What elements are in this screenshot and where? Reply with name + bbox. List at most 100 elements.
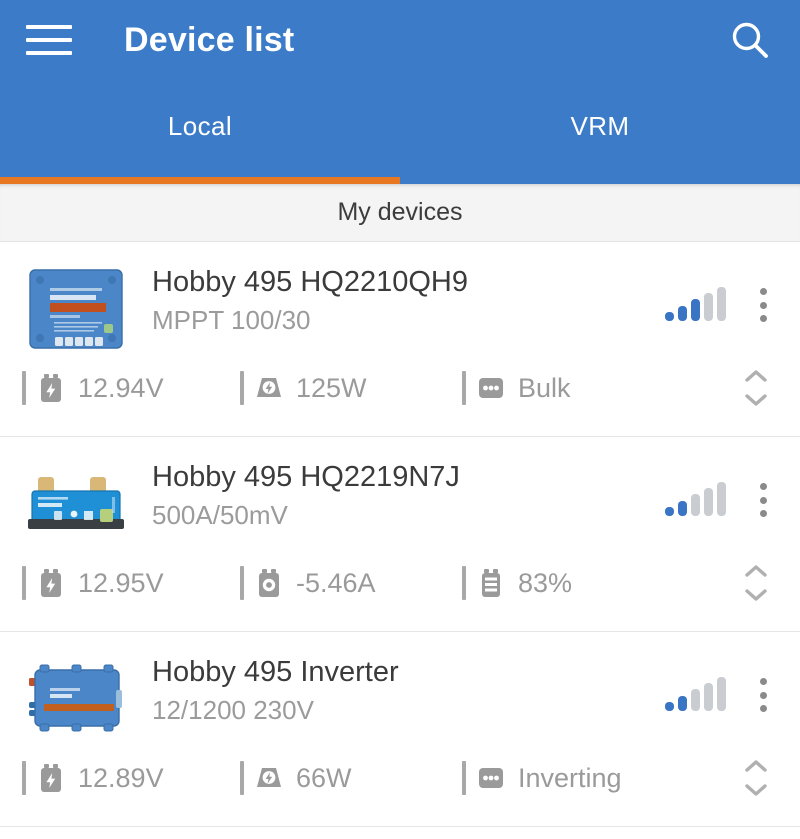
signal-bar: [691, 494, 700, 516]
list-item[interactable]: Hobby 495 HQ2210QH9 MPPT 100/30 12.94V 1…: [0, 242, 800, 437]
signal-bar: [704, 488, 713, 516]
kebab-dot: [759, 496, 767, 504]
signal-strength-icon: [665, 482, 726, 516]
metric-solar-power: 125W: [240, 372, 462, 404]
device-name: Hobby 495 HQ2210QH9: [152, 266, 468, 298]
battery-current-icon: [254, 567, 284, 599]
kebab-menu-icon[interactable]: [748, 481, 778, 519]
device-right-controls: [665, 260, 778, 324]
metric-value: 12.94V: [78, 372, 164, 403]
tab-active-indicator: [0, 177, 400, 184]
list-item[interactable]: Hobby 495 HQ2219N7J 500A/50mV 12.95V -5.…: [0, 437, 800, 632]
ac-power-icon: [254, 762, 284, 794]
battery-voltage-icon: [36, 762, 66, 794]
signal-bar: [691, 689, 700, 711]
page-title: Device list: [124, 21, 295, 59]
hamburger-line: [26, 51, 72, 55]
kebab-dot: [759, 315, 767, 322]
device-text-block: Hobby 495 HQ2210QH9 MPPT 100/30: [152, 260, 665, 338]
metric-battery-voltage: 12.95V: [22, 567, 240, 599]
metric-ac-power: 66W: [240, 762, 462, 794]
smartshunt-battery-monitor-icon: [22, 461, 130, 547]
section-header-label: My devices: [337, 198, 463, 226]
app-bar-top-row: Device list: [0, 0, 800, 80]
hamburger-menu-icon[interactable]: [26, 17, 72, 63]
metric-value: 125W: [296, 372, 367, 403]
kebab-dot: [759, 510, 767, 517]
signal-bar: [678, 696, 687, 711]
kebab-dot: [759, 691, 767, 699]
metric-value: 12.89V: [78, 762, 164, 793]
signal-bar: [704, 293, 713, 321]
device-text-block: Hobby 495 HQ2219N7J 500A/50mV: [152, 455, 665, 533]
inverter-state-icon: [476, 762, 506, 794]
device-summary: Hobby 495 HQ2219N7J 500A/50mV: [0, 437, 800, 553]
kebab-dot: [759, 288, 767, 295]
kebab-dot: [759, 705, 767, 712]
device-model: 500A/50mV: [152, 500, 288, 531]
metric-inverter-state: Inverting: [462, 762, 734, 794]
signal-bar: [665, 507, 674, 516]
expand-collapse-chevrons-icon[interactable]: [734, 557, 778, 609]
signal-bar: [717, 677, 726, 711]
signal-bar: [691, 299, 700, 321]
metric-value: Bulk: [518, 372, 571, 403]
list-item[interactable]: Hobby 495 Inverter 12/1200 230V 12.89V 6…: [0, 632, 800, 827]
signal-bar: [717, 287, 726, 321]
device-model: MPPT 100/30: [152, 305, 311, 336]
signal-bar: [665, 312, 674, 321]
signal-bar: [678, 306, 687, 321]
tab-local[interactable]: Local: [0, 84, 400, 184]
device-name: Hobby 495 HQ2219N7J: [152, 461, 460, 493]
device-metrics: 12.94V 125W Bulk: [0, 358, 800, 436]
signal-bar: [717, 482, 726, 516]
tab-local-label: Local: [167, 110, 233, 141]
kebab-dot: [759, 301, 767, 309]
hamburger-line: [26, 38, 72, 42]
expand-collapse-chevrons-icon[interactable]: [734, 362, 778, 414]
device-summary: Hobby 495 Inverter 12/1200 230V: [0, 632, 800, 748]
tab-bar: Local VRM: [0, 84, 800, 184]
kebab-menu-icon[interactable]: [748, 286, 778, 324]
metric-value: 83%: [518, 567, 573, 598]
device-metrics: 12.95V -5.46A 83%: [0, 553, 800, 631]
signal-strength-icon: [665, 287, 726, 321]
metric-battery-voltage: 12.94V: [22, 372, 240, 404]
expand-collapse-chevrons-icon[interactable]: [734, 752, 778, 804]
state-of-charge-icon: [476, 567, 506, 599]
tab-vrm[interactable]: VRM: [400, 84, 800, 184]
app-bar: Device list Local VRM: [0, 0, 800, 184]
metric-value: Inverting: [518, 762, 622, 793]
tab-vrm-label: VRM: [570, 110, 630, 141]
device-name: Hobby 495 Inverter: [152, 656, 399, 688]
metric-value: 12.95V: [78, 567, 164, 598]
signal-bar: [665, 702, 674, 711]
metric-value: -5.46A: [296, 567, 376, 598]
device-right-controls: [665, 650, 778, 714]
section-header-my-devices: My devices: [0, 184, 800, 242]
device-list: Hobby 495 HQ2210QH9 MPPT 100/30 12.94V 1…: [0, 242, 800, 827]
device-list-screen: Device list Local VRM My devices Hobby 4…: [0, 0, 800, 839]
kebab-dot: [759, 483, 767, 490]
device-text-block: Hobby 495 Inverter 12/1200 230V: [152, 650, 665, 728]
device-summary: Hobby 495 HQ2210QH9 MPPT 100/30: [0, 242, 800, 358]
signal-bar: [678, 501, 687, 516]
search-icon[interactable]: [726, 16, 774, 64]
solar-power-icon: [254, 372, 284, 404]
metric-battery-current: -5.46A: [240, 567, 462, 599]
metric-charge-state: Bulk: [462, 372, 734, 404]
bluesolar-mppt-charge-controller-icon: [22, 266, 130, 352]
hamburger-line: [26, 25, 72, 29]
battery-voltage-icon: [36, 567, 66, 599]
battery-voltage-icon: [36, 372, 66, 404]
metric-state-of-charge: 83%: [462, 567, 734, 599]
phoenix-inverter-icon: [22, 656, 130, 742]
kebab-dot: [759, 678, 767, 685]
device-model: 12/1200 230V: [152, 695, 314, 726]
kebab-menu-icon[interactable]: [748, 676, 778, 714]
device-right-controls: [665, 455, 778, 519]
metric-value: 66W: [296, 762, 352, 793]
signal-bar: [704, 683, 713, 711]
metric-battery-voltage: 12.89V: [22, 762, 240, 794]
device-metrics: 12.89V 66W Inverting: [0, 748, 800, 826]
